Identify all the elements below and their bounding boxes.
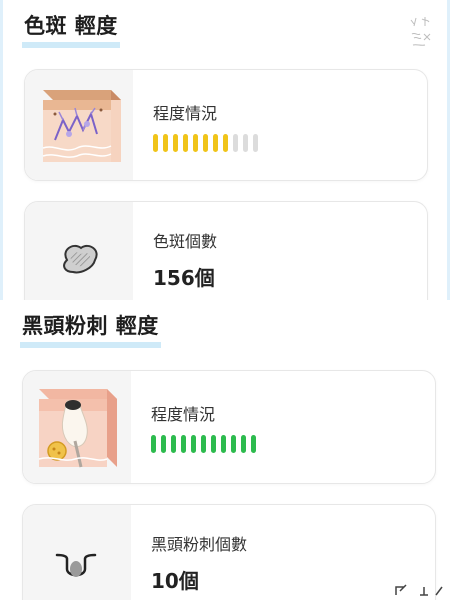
spots-severity-bar — [153, 134, 158, 152]
blackheads-panel: 黑頭粉刺 輕度 程度情況 黑頭粉刺個數 10個 — [0, 300, 450, 600]
spots-severity-bar — [213, 134, 218, 152]
skin-pigment-icon — [42, 90, 121, 162]
spots-panel: 色斑 輕度 程度情況 色斑個數 156個 — [0, 0, 450, 300]
spots-count-card[interactable]: 色斑個數 156個 — [24, 201, 428, 300]
spots-severity-bar — [253, 134, 258, 152]
blackheads-count-value: 10個 — [151, 569, 199, 593]
corner-overlay-icons — [392, 583, 444, 600]
spots-severity-label: 程度情況 — [153, 104, 218, 123]
blackheads-severity-bar — [241, 435, 246, 453]
handwritten-watermark — [408, 14, 436, 55]
blackheads-severity-bar — [171, 435, 176, 453]
watermark-scribble-icon — [410, 17, 431, 46]
blackheads-severity-bar — [231, 435, 236, 453]
blackheads-severity-bar — [151, 435, 156, 453]
blackheads-severity-meter — [151, 435, 301, 453]
blackheads-severity-bar — [201, 435, 206, 453]
blackheads-severity-card[interactable]: 程度情況 — [22, 370, 436, 484]
blackheads-severity-bar — [211, 435, 216, 453]
skin-pigment-illustration — [25, 70, 133, 180]
blackheads-count-label: 黑頭粉刺個數 — [151, 535, 248, 554]
blackheads-section-title: 黑頭粉刺 輕度 — [20, 310, 161, 348]
spots-count-value: 156個 — [153, 266, 215, 290]
spots-section-title: 色斑 輕度 — [22, 10, 120, 48]
spots-severity-bar — [183, 134, 188, 152]
spots-severity-bar — [223, 134, 228, 152]
skin-pore-illustration — [23, 371, 131, 483]
spots-severity-bar — [193, 134, 198, 152]
spots-severity-meter — [153, 134, 303, 152]
blackheads-severity-bar — [161, 435, 166, 453]
blackheads-severity-bar — [221, 435, 226, 453]
spot-icon-area — [25, 202, 133, 300]
spots-count-label: 色斑個數 — [153, 232, 218, 251]
spots-severity-card[interactable]: 程度情況 — [24, 69, 428, 181]
spots-severity-bar — [243, 134, 248, 152]
skin-pore-icon — [38, 389, 117, 468]
spots-severity-bar — [203, 134, 208, 152]
blackheads-count-card[interactable]: 黑頭粉刺個數 10個 — [22, 504, 436, 600]
blackheads-severity-bar — [181, 435, 186, 453]
spots-severity-bar — [233, 134, 238, 152]
pore-icon — [55, 553, 97, 577]
spot-icon — [63, 244, 98, 274]
blackheads-severity-bar — [251, 435, 256, 453]
spots-severity-bar — [163, 134, 168, 152]
blackheads-severity-bar — [191, 435, 196, 453]
expand-icon — [395, 584, 443, 596]
spots-severity-bar — [173, 134, 178, 152]
pore-icon-area — [23, 505, 131, 600]
blackheads-severity-label: 程度情況 — [151, 405, 216, 424]
